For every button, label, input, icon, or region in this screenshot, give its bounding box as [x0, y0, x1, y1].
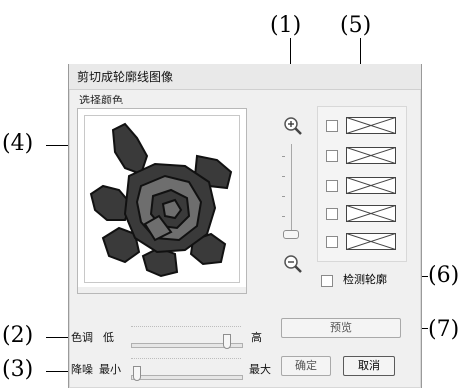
- callout-2: (2): [2, 323, 34, 348]
- noise-max-label: 最大: [249, 363, 271, 376]
- empty-swatch-x-icon[interactable]: [346, 233, 396, 250]
- callout-4: (4): [2, 131, 34, 156]
- zoom-slider-tick: [282, 216, 285, 217]
- swatch-checkbox[interactable]: [326, 180, 338, 192]
- zoom-slider-track[interactable]: [291, 144, 292, 236]
- empty-swatch-x-icon[interactable]: [346, 205, 396, 222]
- image-preview-footer: [78, 287, 246, 293]
- callout-6: (6): [428, 263, 460, 288]
- tone-slider-ticks: [131, 326, 241, 330]
- detect-outline-box[interactable]: [321, 275, 333, 287]
- swatch-row: [318, 145, 406, 167]
- image-preview-area[interactable]: [84, 115, 240, 283]
- rose-image: [89, 122, 233, 278]
- select-color-label: 选择颜色: [79, 94, 123, 104]
- callout-7: (7): [428, 317, 460, 342]
- tone-slider-thumb[interactable]: [223, 334, 231, 349]
- cutout-outline-dialog: 剪切成轮廓线图像 选择颜色 检测轮廓 预览 色调 低 高 降噪 最小 最大 确定…: [68, 64, 422, 388]
- noise-slider-thumb[interactable]: [133, 366, 141, 381]
- dialog-title: 剪切成轮廓线图像: [69, 64, 421, 90]
- tone-label: 色调: [71, 331, 93, 344]
- noise-slider-track[interactable]: [131, 375, 243, 380]
- rose-leaf-top-left: [111, 122, 149, 176]
- zoom-slider-tick: [282, 176, 285, 177]
- color-swatch-panel: [317, 106, 407, 262]
- zoom-in-icon[interactable]: [283, 116, 303, 136]
- noise-slider-ticks: [131, 358, 241, 362]
- swatch-checkbox[interactable]: [326, 208, 338, 220]
- noise-label: 降噪: [71, 363, 93, 376]
- empty-swatch-x-icon[interactable]: [346, 147, 396, 164]
- zoom-slider-tick: [282, 196, 285, 197]
- tone-min-label: 低: [103, 331, 114, 344]
- detect-outline-label: 检测轮廓: [343, 273, 387, 286]
- swatch-checkbox[interactable]: [326, 236, 338, 248]
- zoom-slider-thumb[interactable]: [283, 230, 299, 239]
- swatch-row: [318, 203, 406, 225]
- empty-swatch-x-icon[interactable]: [346, 177, 396, 194]
- cancel-button[interactable]: 取消: [343, 356, 395, 376]
- swatch-checkbox[interactable]: [326, 120, 338, 132]
- swatch-row: [318, 115, 406, 137]
- callout-3: (3): [2, 357, 34, 382]
- zoom-slider-tick: [282, 156, 285, 157]
- swatch-row: [318, 175, 406, 197]
- empty-swatch-x-icon[interactable]: [346, 117, 396, 134]
- preview-button[interactable]: 预览: [281, 318, 401, 338]
- callout-1: (1): [270, 13, 302, 38]
- image-preview-frame[interactable]: [77, 108, 247, 294]
- swatch-checkbox[interactable]: [326, 150, 338, 162]
- swatch-row: [318, 231, 406, 253]
- callout-3-leader: [46, 371, 68, 372]
- zoom-out-icon[interactable]: [283, 254, 303, 274]
- noise-min-label: 最小: [99, 363, 121, 376]
- tone-max-label: 高: [251, 331, 262, 344]
- callout-2-leader: [46, 337, 68, 338]
- callout-5: (5): [340, 13, 372, 38]
- ok-button[interactable]: 确定: [281, 356, 331, 376]
